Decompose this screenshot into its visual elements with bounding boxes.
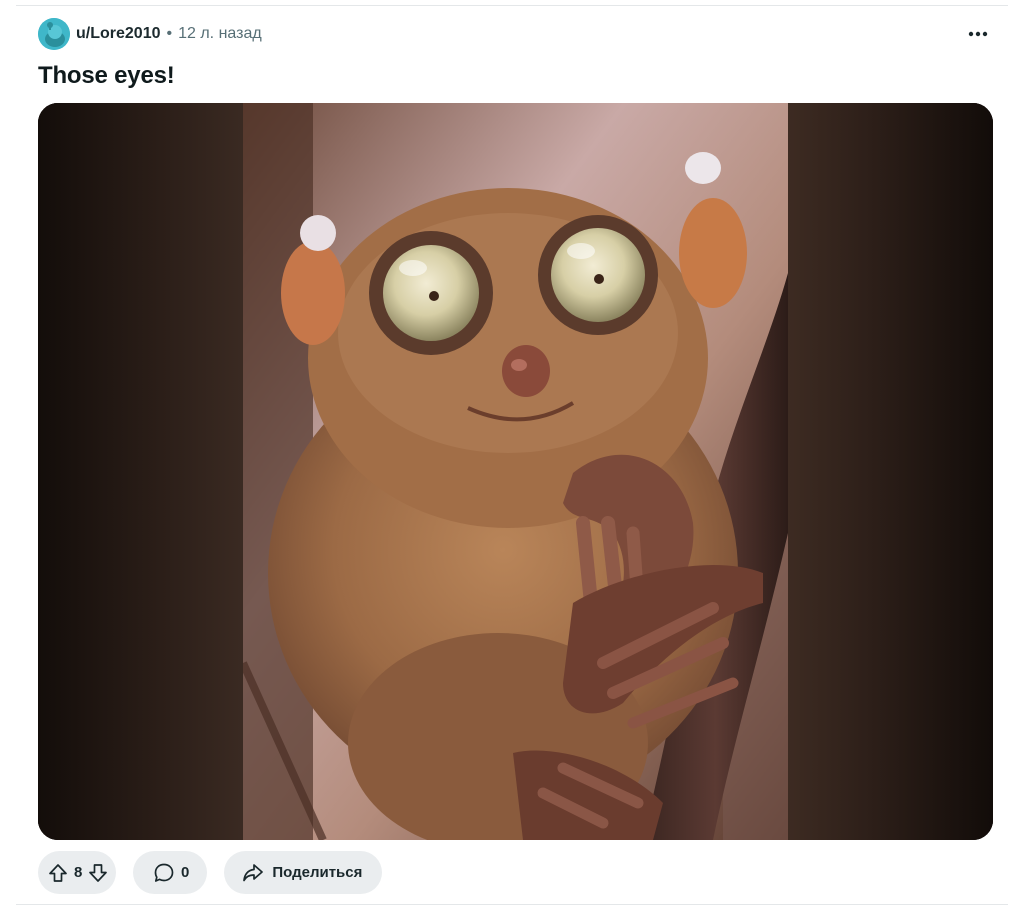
meta-separator: • — [166, 25, 173, 42]
speech-bubble-icon — [154, 863, 174, 882]
share-arrow-icon — [243, 863, 264, 881]
post-action-bar: 8 0 Поделиться — [38, 851, 383, 894]
media-blur-left — [38, 103, 243, 840]
arrow-down-icon — [89, 863, 108, 882]
snoo-avatar-icon — [38, 18, 70, 50]
avatar[interactable] — [38, 18, 70, 50]
media-blur-right — [788, 103, 993, 840]
downvote-button[interactable] — [88, 863, 108, 883]
share-label: Поделиться — [272, 864, 363, 881]
post-header: u/Lore2010 • 12 л. назад — [38, 17, 994, 51]
top-divider — [16, 5, 1008, 6]
comments-button[interactable]: 0 — [133, 851, 208, 894]
comment-count: 0 — [181, 864, 190, 881]
vote-count: 8 — [74, 864, 83, 881]
upvote-button[interactable] — [48, 863, 68, 883]
post-title[interactable]: Those eyes! — [38, 62, 175, 90]
author-username[interactable]: u/Lore2010 — [76, 25, 160, 43]
post-timestamp: 12 л. назад — [178, 25, 262, 42]
arrow-up-icon — [49, 863, 67, 882]
reddit-post: u/Lore2010 • 12 л. назад Those eyes! 8 0… — [0, 0, 1024, 908]
share-button[interactable]: Поделиться — [224, 851, 383, 894]
vote-control: 8 — [38, 851, 116, 894]
post-media[interactable] — [38, 103, 993, 840]
more-horizontal-icon — [968, 31, 988, 37]
more-options-button[interactable] — [962, 18, 994, 50]
tarsier-photo — [243, 103, 788, 840]
bottom-divider — [16, 904, 1008, 905]
